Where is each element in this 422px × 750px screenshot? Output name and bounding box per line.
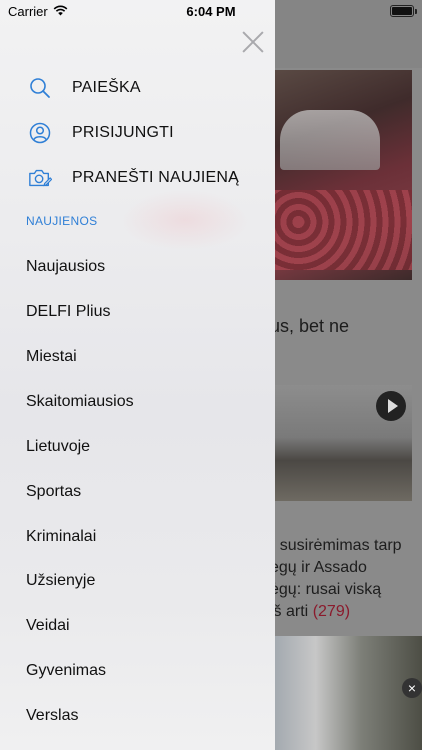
menu-item-kriminalai[interactable]: Kriminalai [26, 525, 266, 549]
status-time: 6:04 PM [186, 4, 236, 19]
section-title-news: NAUJIENOS [26, 214, 98, 228]
menu-item-veidai[interactable]: Veidai [26, 614, 266, 638]
menu-item-delfi-plius[interactable]: DELFI Plius [26, 300, 266, 324]
comment-count: (279) [312, 603, 351, 620]
menu-item-lietuvoje[interactable]: Lietuvoje [26, 435, 266, 459]
article-line: egų ir Assado [270, 559, 367, 576]
menu-item-gyvenimas[interactable]: Gyvenimas [26, 659, 266, 683]
report-news-label: PRANEŠTI NAUJIENĄ [72, 169, 239, 186]
close-icon[interactable] [241, 30, 265, 54]
battery-icon [390, 5, 417, 17]
login-label: PRISIJUNGTI [72, 124, 174, 141]
search-label: PAIEŠKA [72, 79, 141, 96]
article-line: ėgų: rusai viską [270, 581, 382, 598]
article-title-fragment[interactable]: us, bet ne [270, 316, 349, 337]
article-line: - susirėmimas tarp [270, 537, 402, 554]
meat-shape [270, 190, 412, 270]
article-line: iš arti (279) [270, 603, 351, 620]
play-icon[interactable] [376, 391, 406, 421]
camera-icon [28, 166, 52, 190]
login-button[interactable]: PRISIJUNGTI [28, 118, 174, 148]
menu-item-miestai[interactable]: Miestai [26, 345, 266, 369]
user-icon [28, 121, 52, 145]
battery-level [392, 7, 412, 15]
article-image-meat-counter[interactable] [270, 70, 412, 280]
article-image-person[interactable] [270, 636, 422, 750]
article-image-video[interactable] [270, 385, 412, 501]
close-ad-icon[interactable]: × [402, 678, 422, 698]
menu-item-uzsienyje[interactable]: Užsienyje [26, 569, 266, 593]
status-bar: Carrier 6:04 PM [0, 0, 422, 22]
menu-item-skaitomiausios[interactable]: Skaitomiausios [26, 390, 266, 414]
menu-item-verslas[interactable]: Verslas [26, 704, 266, 728]
menu-item-sportas[interactable]: Sportas [26, 480, 266, 504]
article-title-fragment-2[interactable]: - susirėmimas tarp egų ir Assado ėgų: ru… [270, 535, 420, 623]
display-case-shape [280, 110, 380, 170]
navigation-drawer: PAIEŠKA PRISIJUNGTI PRANEŠTI NAUJIENĄ NA… [0, 0, 275, 750]
report-news-button[interactable]: PRANEŠTI NAUJIENĄ [28, 163, 239, 193]
search-button[interactable]: PAIEŠKA [28, 73, 141, 103]
menu-item-naujausios[interactable]: Naujausios [26, 255, 266, 279]
search-icon [28, 76, 52, 100]
